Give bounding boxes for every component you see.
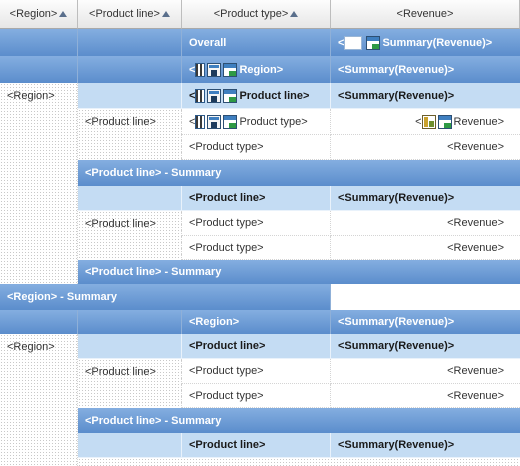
total-icon[interactable] <box>223 62 238 77</box>
region-header-blank <box>0 56 78 83</box>
overall-blank-cell <box>78 29 182 56</box>
column-header-region[interactable]: <Region> <box>0 0 78 29</box>
product-line-summary-detail-row: <Product line> <Summary(Revenue)> <box>0 433 520 458</box>
region-summary-row: <Region> - Summary <box>0 284 520 310</box>
product-type-cell[interactable]: <Product type> <box>182 359 331 384</box>
summary-product-line-cell[interactable]: <Product line> <box>182 433 331 458</box>
region-summary-label[interactable]: <Region> - Summary <box>0 284 331 310</box>
product-line-summary-label[interactable]: <Product line> - Summary <box>78 260 331 284</box>
region-summary-blank <box>331 284 520 310</box>
product-type-cell[interactable]: <Product type> <box>182 236 331 260</box>
column-header-row: <Region> <Product line> <Product type> <… <box>0 0 520 29</box>
revenue-cell[interactable]: <Revenue> <box>331 359 520 384</box>
region-header-blank <box>78 56 182 83</box>
region-header-label-cell[interactable]: < Region> <box>182 56 331 83</box>
region-header-label-cell[interactable]: <Region> <box>182 310 331 334</box>
product-line-summary-row: <Product line> - Summary <box>0 160 520 186</box>
summary-revenue-cell[interactable]: <Summary(Revenue)> <box>331 433 520 458</box>
region-header-row: <Region> <Summary(Revenue)> <box>0 310 520 334</box>
trailing-area <box>78 458 520 466</box>
product-line-summary-row: <Product line> - Summary <box>0 408 520 433</box>
column-header-revenue[interactable]: <Revenue> <box>331 0 520 29</box>
list-report-grid: <Region> <Product line> <Product type> <… <box>0 0 520 466</box>
product-line-summary-label[interactable]: <Product line> - Summary <box>78 408 331 433</box>
filter-icon[interactable] <box>207 114 222 129</box>
filter-icon[interactable] <box>207 62 222 77</box>
total-icon[interactable] <box>223 88 238 103</box>
summary-product-line-cell[interactable]: <Product line> <box>182 186 331 211</box>
overall-blank-cell <box>0 29 78 56</box>
table-row: <Product line> <Product type> <Revenue> <box>0 359 520 384</box>
column-header-product-type[interactable]: <Product type> <box>182 0 331 29</box>
product-line-summary-label[interactable]: <Product line> - Summary <box>78 160 331 186</box>
region-header-revenue-cell[interactable]: <Summary(Revenue)> <box>331 56 520 83</box>
product-line-header-revenue-cell[interactable]: <Summary(Revenue)> <box>331 334 520 359</box>
overall-row: Overall < Summary(Revenue)> <box>0 29 520 56</box>
sort-icon[interactable] <box>195 62 206 77</box>
product-type-header-revenue-cell[interactable]: < Revenue> <box>331 109 520 135</box>
product-type-cell[interactable]: <Product type> <box>182 384 331 408</box>
column-header-product-line[interactable]: <Product line> <box>78 0 182 29</box>
sort-icon[interactable] <box>195 88 206 103</box>
sort-ascending-icon[interactable] <box>59 11 68 17</box>
region-header-blank <box>0 310 78 334</box>
filter-icon[interactable] <box>207 88 222 103</box>
sort-icon[interactable] <box>195 114 206 129</box>
region-header-revenue-cell[interactable]: <Summary(Revenue)> <box>331 310 520 334</box>
product-line-cell[interactable]: <Product line> <box>78 109 182 135</box>
revenue-cell[interactable]: <Revenue> <box>331 135 520 160</box>
revenue-cell[interactable]: <Revenue> <box>331 211 520 236</box>
region-header-blank <box>78 310 182 334</box>
table-row: <Product type> <Revenue> <box>0 135 520 160</box>
region-header-row: < Region> <Summary(Revenue)> <box>0 56 520 83</box>
product-type-cell[interactable]: <Product type> <box>182 135 331 160</box>
revenue-cell[interactable]: <Revenue> <box>331 236 520 260</box>
summary-icon[interactable] <box>421 114 436 129</box>
product-type-header-row: <Product line> < Product type> < Revenue… <box>0 109 520 135</box>
product-line-cell[interactable]: <Product line> <box>78 359 182 384</box>
selection-box-icon[interactable] <box>344 35 363 50</box>
product-line-summary-blank <box>331 408 520 433</box>
product-line-summary-blank <box>331 160 520 186</box>
product-type-header-label-cell[interactable]: < Product type> <box>182 109 331 135</box>
total-icon[interactable] <box>437 114 452 129</box>
sort-ascending-icon[interactable] <box>161 11 170 17</box>
table-row: <Product type> <Revenue> <box>0 384 520 408</box>
product-line-summary-detail-row: <Product line> <Summary(Revenue)> <box>0 186 520 211</box>
product-line-header-row: < Product line> <Summary(Revenue)> <box>0 83 520 109</box>
summary-blank <box>78 433 182 458</box>
revenue-cell[interactable]: <Revenue> <box>331 384 520 408</box>
total-icon[interactable] <box>223 114 238 129</box>
product-line-header-blank <box>78 83 182 109</box>
summary-blank <box>78 186 182 211</box>
product-line-header-revenue-cell[interactable]: <Summary(Revenue)> <box>331 83 520 109</box>
product-line-header-label-cell[interactable]: < Product line> <box>182 83 331 109</box>
product-line-header-blank <box>78 334 182 359</box>
sort-ascending-icon[interactable] <box>290 11 299 17</box>
product-line-summary-blank <box>331 260 520 284</box>
product-line-header-row: <Product line> <Summary(Revenue)> <box>0 334 520 359</box>
product-line-header-label-cell[interactable]: <Product line> <box>182 334 331 359</box>
product-line-cell[interactable]: <Product line> <box>78 211 182 236</box>
summary-revenue-cell[interactable]: <Summary(Revenue)> <box>331 186 520 211</box>
product-line-summary-row: <Product line> - Summary <box>0 260 520 284</box>
table-row: <Product type> <Revenue> <box>0 236 520 260</box>
product-type-cell[interactable]: <Product type> <box>182 211 331 236</box>
summary-icon[interactable] <box>366 35 381 50</box>
table-row: <Product line> <Product type> <Revenue> <box>0 211 520 236</box>
overall-label-cell[interactable]: Overall <box>182 29 331 56</box>
overall-revenue-cell[interactable]: < Summary(Revenue)> <box>331 29 520 56</box>
